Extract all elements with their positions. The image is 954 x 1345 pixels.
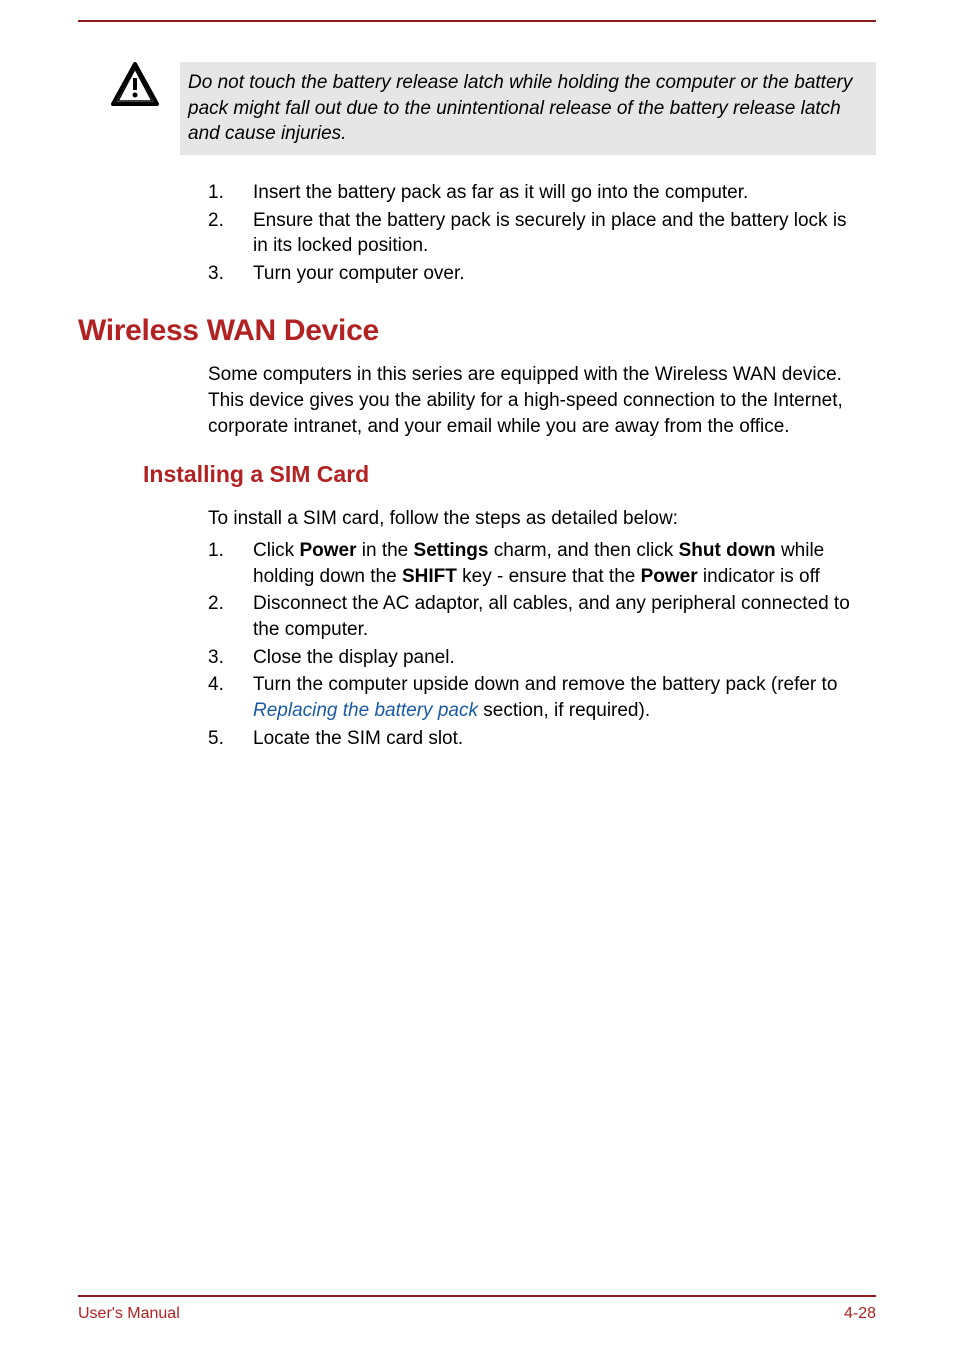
top-ordered-list: 1. Insert the battery pack as far as it … <box>208 180 866 287</box>
list-item: 3. Close the display panel. <box>208 645 866 671</box>
list-num: 1. <box>208 538 253 589</box>
para-wireless-wan: Some computers in this series are equipp… <box>208 362 866 439</box>
list-num: 3. <box>208 261 253 287</box>
list-num: 4. <box>208 672 253 723</box>
footer-rule <box>78 1295 876 1297</box>
warning-box: Do not touch the battery release latch w… <box>110 62 876 155</box>
warning-icon <box>110 62 160 108</box>
footer-right: 4-28 <box>844 1305 876 1323</box>
list-item: 4. Turn the computer upside down and rem… <box>208 672 866 723</box>
list-text: Turn the computer upside down and remove… <box>253 672 866 723</box>
list-text: Turn your computer over. <box>253 261 866 287</box>
top-rule <box>78 20 876 22</box>
list-num: 1. <box>208 180 253 206</box>
list-num: 2. <box>208 208 253 259</box>
list-text: Locate the SIM card slot. <box>253 726 866 752</box>
footer-left: User's Manual <box>78 1305 180 1323</box>
list-item: 3. Turn your computer over. <box>208 261 866 287</box>
list-text: Disconnect the AC adaptor, all cables, a… <box>253 591 866 642</box>
list-item: 2. Ensure that the battery pack is secur… <box>208 208 866 259</box>
heading-installing-sim: Installing a SIM Card <box>143 461 876 488</box>
list-text: Close the display panel. <box>253 645 866 671</box>
list-num: 5. <box>208 726 253 752</box>
list-item: 2. Disconnect the AC adaptor, all cables… <box>208 591 866 642</box>
list-text: Click Power in the Settings charm, and t… <box>253 538 866 589</box>
warning-text: Do not touch the battery release latch w… <box>180 62 876 155</box>
heading-wireless-wan: Wireless WAN Device <box>78 314 876 348</box>
page-container: Do not touch the battery release latch w… <box>0 0 954 751</box>
list-item: 1. Insert the battery pack as far as it … <box>208 180 866 206</box>
footer-row: User's Manual 4-28 <box>78 1305 876 1323</box>
list-num: 3. <box>208 645 253 671</box>
footer: User's Manual 4-28 <box>78 1295 876 1323</box>
list-item: 1. Click Power in the Settings charm, an… <box>208 538 866 589</box>
list-text: Ensure that the battery pack is securely… <box>253 208 866 259</box>
list-num: 2. <box>208 591 253 642</box>
para-sim-intro: To install a SIM card, follow the steps … <box>208 506 866 532</box>
list-item: 5. Locate the SIM card slot. <box>208 726 866 752</box>
list-text: Insert the battery pack as far as it wil… <box>253 180 866 206</box>
sim-ordered-list: 1. Click Power in the Settings charm, an… <box>208 538 866 751</box>
